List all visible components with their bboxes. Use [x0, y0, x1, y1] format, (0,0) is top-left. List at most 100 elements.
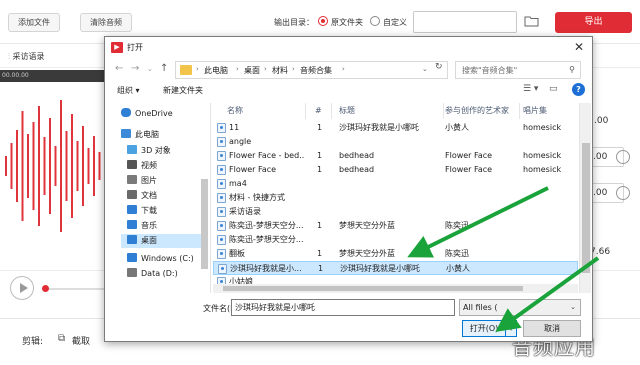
cell-artist: 小黄人 [445, 123, 469, 132]
file-list-hscrollbar[interactable] [213, 284, 578, 293]
cancel-button[interactable]: 取消 [523, 320, 581, 337]
open-file-dialog: ▶ 打开 ✕ ← → ⌄ ↑ › 此电脑 › 桌面 › 材料 › 音频合集 › … [104, 36, 593, 342]
column-divider[interactable] [331, 103, 332, 119]
column-album[interactable]: 唱片集 [523, 103, 547, 119]
cut-button[interactable]: 截取 [72, 334, 90, 347]
cell-num: 1 [318, 264, 324, 273]
breadcrumb-desktop[interactable]: 桌面 [244, 65, 260, 76]
table-row[interactable]: 陈奕迅-梦想天空分... [213, 233, 578, 247]
nav-item-3d-objects[interactable]: 3D 对象 [127, 144, 171, 158]
music-icon [127, 220, 137, 229]
table-row[interactable]: 翻板 1 梦想天空分外蓝 陈奕迅 [213, 247, 578, 261]
column-number[interactable]: # [315, 103, 322, 119]
table-row[interactable]: 材料 - 快捷方式 [213, 191, 578, 205]
column-title[interactable]: 标题 [339, 103, 355, 119]
progress-handle[interactable] [42, 285, 49, 292]
view-options-icon[interactable]: ☰ ▾ [523, 84, 538, 94]
address-dropdown-icon[interactable]: ⌄ [422, 65, 428, 73]
cell-name: angle [229, 137, 252, 146]
nav-item-downloads[interactable]: 下载 [127, 204, 157, 218]
close-icon[interactable]: ✕ [574, 40, 584, 54]
cut-icon[interactable]: ⧉ [58, 333, 65, 344]
open-dropdown-icon[interactable]: ▼ [506, 320, 517, 337]
nav-item-music[interactable]: 音乐 [127, 219, 157, 233]
cell-num: 1 [317, 221, 323, 230]
nav-item-label: Windows (C:) [141, 254, 194, 263]
cell-artist: 陈奕迅 [445, 249, 469, 258]
app-logo-icon: ▶ [111, 42, 123, 53]
radio-original-folder[interactable] [318, 16, 328, 26]
breadcrumb-audio-collection[interactable]: 音频合集 [300, 65, 332, 76]
nav-scrollbar[interactable] [201, 179, 208, 269]
table-row[interactable]: ma4 [213, 177, 578, 191]
nav-item-onedrive[interactable]: OneDrive [121, 107, 173, 121]
file-list-scrollbar[interactable] [579, 103, 591, 293]
cell-name: Flower Face [229, 165, 277, 174]
recent-dropdown-icon[interactable]: ⌄ [147, 65, 153, 73]
column-divider[interactable] [305, 103, 306, 119]
organize-menu[interactable]: 组织 ▾ [117, 85, 140, 96]
nav-item-videos[interactable]: 视频 [127, 159, 157, 173]
table-row[interactable]: 陈奕迅-梦想天空分... 1 梦想天空分外蓝 陈奕迅 [213, 219, 578, 233]
search-box[interactable]: 搜索"音频合集" ⚲ [455, 61, 581, 79]
adjust-icon[interactable] [616, 186, 630, 200]
nav-item-desktop[interactable]: 桌面 [121, 234, 201, 248]
nav-item-label: OneDrive [135, 109, 173, 118]
folder-icon[interactable] [524, 15, 539, 27]
breadcrumb-separator: › [292, 65, 295, 73]
cell-name: 材料 - 快捷方式 [229, 193, 285, 202]
nav-item-label: 图片 [141, 176, 157, 185]
play-icon[interactable] [10, 276, 34, 300]
refresh-icon[interactable]: ↻ [435, 62, 443, 72]
clear-audio-button[interactable]: 清除音频 [80, 13, 132, 32]
cell-artist: Flower Face [445, 151, 493, 160]
filetype-select[interactable]: All files (⌄ [459, 299, 581, 316]
navigation-pane: OneDrive 此电脑 3D 对象 视频 图片 文档 下载 音乐 桌面 Win… [105, 103, 211, 293]
table-row[interactable]: angle [213, 135, 578, 149]
column-artist[interactable]: 参与创作的艺术家 [445, 103, 509, 119]
nav-item-pictures[interactable]: 图片 [127, 174, 157, 188]
breadcrumb-materials[interactable]: 材料 [272, 65, 288, 76]
table-row[interactable]: 采访语录 [213, 205, 578, 219]
column-name[interactable]: 名称 [227, 103, 243, 119]
export-button[interactable]: 导出 [555, 12, 632, 33]
search-icon[interactable]: ⚲ [569, 65, 575, 74]
audio-file-icon [217, 207, 226, 217]
scrollbar-thumb[interactable] [582, 143, 590, 273]
drive-icon [127, 253, 137, 262]
up-icon[interactable]: ↑ [160, 63, 168, 74]
hscrollbar-thumb[interactable] [223, 286, 523, 291]
cell-name: Flower Face - bed... [229, 151, 305, 160]
breadcrumb-this-pc[interactable]: 此电脑 [204, 65, 228, 76]
help-icon[interactable]: ? [572, 83, 585, 96]
table-row[interactable]: 沙琪玛好我就是小... 1 沙琪玛好我就是小哪吒 小黄人 [213, 261, 578, 275]
cell-name: 陈奕迅-梦想天空分... [229, 221, 304, 230]
back-icon[interactable]: ← [115, 63, 123, 74]
column-divider[interactable] [519, 103, 520, 119]
cell-title: 梦想天空分外蓝 [339, 221, 395, 230]
table-row[interactable]: Flower Face - bed... 1 bedhead Flower Face h… [213, 149, 578, 163]
time-start: 00.00.00 [2, 72, 29, 79]
cell-artist: 小黄人 [446, 264, 470, 273]
add-file-button[interactable]: 添加文件 [8, 13, 60, 32]
new-folder-button[interactable]: 新建文件夹 [163, 85, 203, 96]
nav-item-this-pc[interactable]: 此电脑 [121, 128, 159, 142]
output-path-input[interactable] [413, 11, 517, 33]
table-row[interactable]: Flower Face 1 bedhead Flower Face homesick [213, 163, 578, 177]
open-button[interactable]: 打开(O) [462, 320, 506, 337]
address-bar[interactable]: › 此电脑 › 桌面 › 材料 › 音频合集 › ⌄ [175, 61, 448, 79]
radio-custom-folder[interactable] [370, 16, 380, 26]
column-divider[interactable] [443, 103, 444, 119]
nav-item-documents[interactable]: 文档 [127, 189, 157, 203]
adjust-icon[interactable] [616, 150, 630, 164]
audio-file-icon [217, 249, 226, 259]
nav-item-drive-c[interactable]: Windows (C:) [127, 252, 194, 266]
filename-input[interactable]: 沙琪玛好我就是小哪吒 [231, 299, 455, 316]
preview-pane-icon[interactable]: ▭ [549, 84, 558, 94]
table-row[interactable]: 11 1 沙琪玛好我就是小哪吒 小黄人 homesick [213, 121, 578, 135]
nav-item-drive-d[interactable]: Data (D:) [127, 267, 178, 281]
breadcrumb-separator: › [342, 65, 345, 73]
forward-icon[interactable]: → [131, 63, 139, 74]
cloud-icon [121, 108, 131, 117]
dialog-title: 打开 [127, 43, 143, 52]
